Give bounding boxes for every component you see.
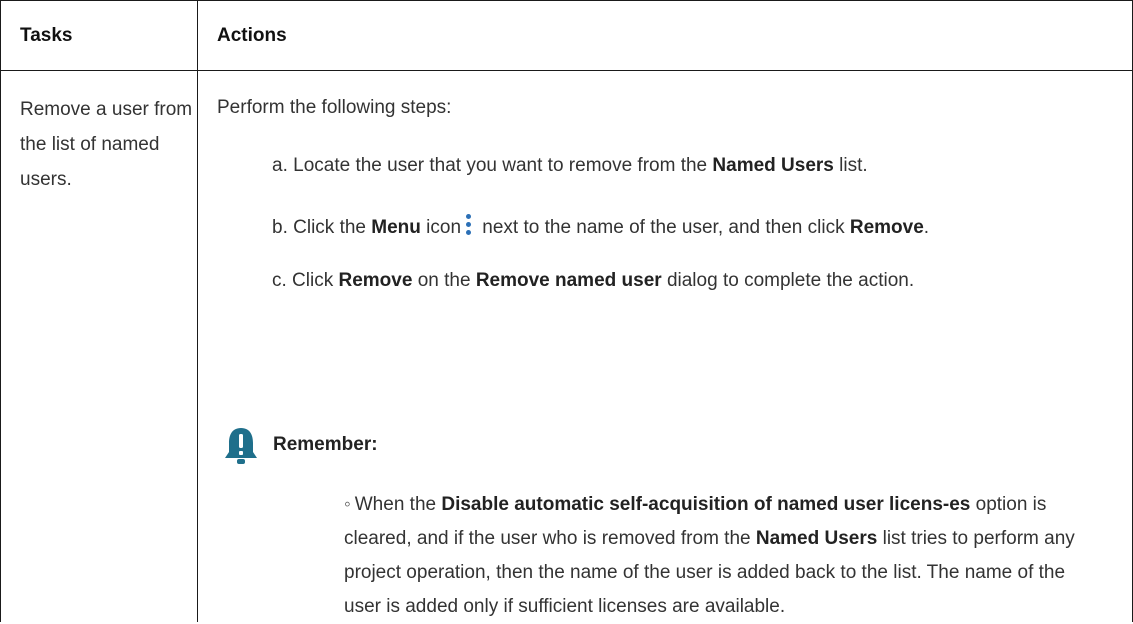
step-c-text: c. Click	[272, 270, 339, 291]
bullet-text-when: When the	[354, 494, 442, 515]
step-a-text: a. Locate the user that you want to remo…	[272, 155, 713, 176]
tasks-actions-table: Tasks Actions Remove a user from the lis…	[0, 0, 1133, 622]
task-cell: Remove a user from the list of named use…	[20, 99, 193, 190]
step-b-text: b. Click the	[272, 217, 372, 238]
kebab-menu-icon	[463, 214, 473, 236]
step-b-text2: next to the name of the user, and then c…	[477, 217, 850, 238]
bullet-marker: ◦	[344, 494, 351, 515]
table-left-border	[0, 0, 1, 622]
remember-title: Remember:	[273, 434, 378, 455]
step-b-bold-remove: Remove	[849, 217, 924, 238]
step-a-bold: Named Users	[712, 155, 834, 176]
bell-notice-icon	[225, 428, 257, 464]
bullet-bold-named-users: Named Users	[755, 528, 878, 549]
bullet-bold-option: Disable automatic self-acquisition of na…	[441, 494, 971, 515]
step-a: a. Locate the user that you want to remo…	[272, 155, 868, 177]
step-b-suffix: .	[923, 217, 930, 238]
step-b: b. Click the Menu icon next to the name …	[272, 214, 929, 239]
table-top-border	[0, 0, 1133, 1]
step-c-bold-dialog: Remove named user	[475, 270, 662, 291]
header-tasks: Tasks	[20, 25, 73, 46]
step-c: c. Click Remove on the Remove named user…	[272, 270, 914, 292]
step-c-bold-remove: Remove	[338, 270, 413, 291]
step-b-bold-menu: Menu	[371, 217, 421, 238]
header-bottom-border	[0, 70, 1133, 71]
step-c-text2: on the	[412, 270, 476, 291]
step-a-suffix: list.	[833, 155, 868, 176]
remember-bullet: ◦ When the Disable automatic self-acquisi…	[344, 488, 1104, 624]
step-b-icon-word: icon	[420, 217, 462, 238]
steps-intro: Perform the following steps:	[217, 97, 452, 118]
header-actions: Actions	[217, 25, 287, 46]
step-c-suffix: dialog to complete the action.	[661, 270, 915, 291]
